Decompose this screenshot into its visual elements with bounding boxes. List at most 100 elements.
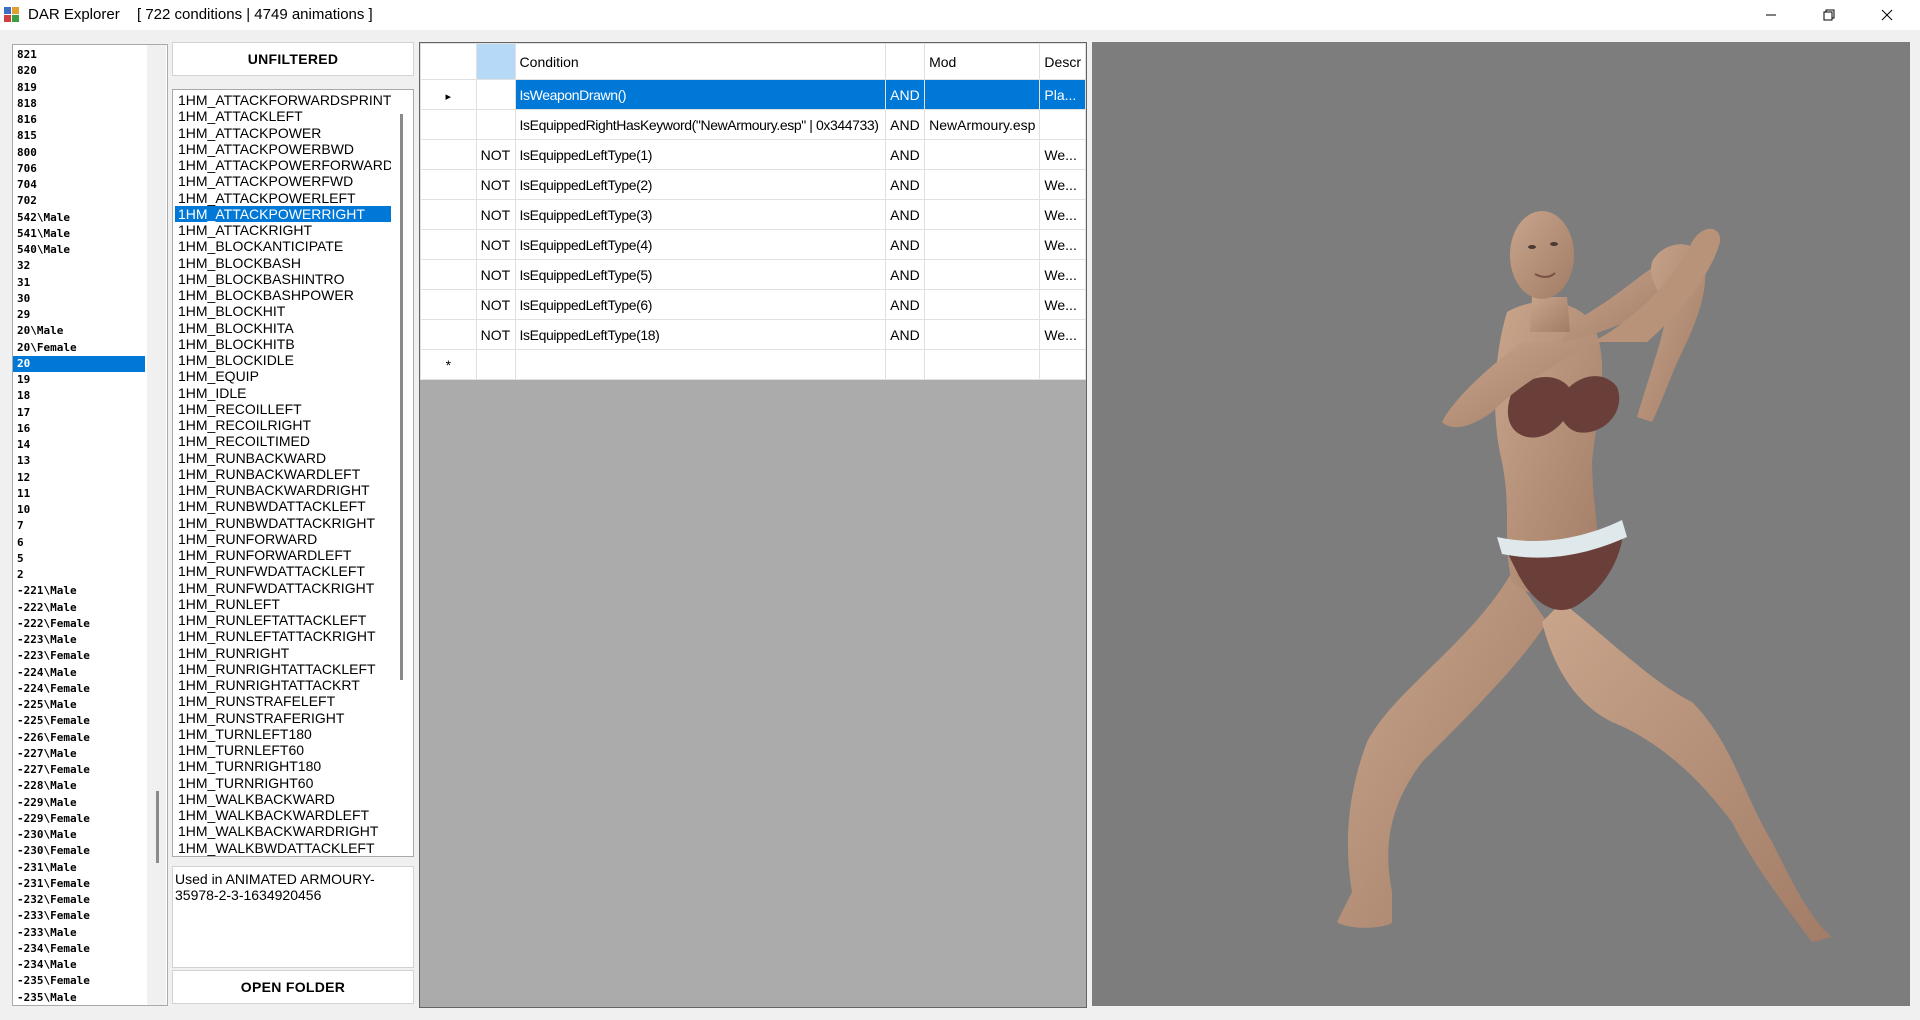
cell-condition[interactable]: IsEquippedRightHasKeyword("NewArmoury.es… [514,109,887,140]
id-list-item[interactable]: -235\Male [13,990,145,1006]
new-row-cell[interactable] [924,349,1041,380]
animation-list-item[interactable]: 1HM_BLOCKBASHPOWER [175,287,391,303]
id-list-item[interactable]: -228\Male [13,778,145,794]
animation-list-item[interactable]: 1HM_IDLE [175,385,391,401]
animation-list-item[interactable]: 1HM_ATTACKRIGHT [175,222,391,238]
cell-not[interactable]: NOT [475,169,516,200]
animation-list-item[interactable]: 1HM_RUNBACKWARDRIGHT [175,482,391,498]
id-list-item[interactable]: -225\Female [13,713,145,729]
row-header[interactable] [420,109,477,140]
row-header[interactable]: ▸ [420,79,477,110]
animation-list-item[interactable]: 1HM_ATTACKPOWERLEFT [175,190,391,206]
row-header[interactable] [420,169,477,200]
cell-not[interactable] [475,109,516,140]
id-list-item[interactable]: -231\Female [13,876,145,892]
row-header[interactable] [420,259,477,290]
grid-header-not[interactable] [475,43,516,80]
cell-condition[interactable]: IsEquippedLeftType(1) [514,139,887,170]
animation-list-item[interactable]: 1HM_RUNSTRAFELEFT [175,693,391,709]
id-list-item[interactable]: -230\Male [13,827,145,843]
row-header[interactable] [420,229,477,260]
condition-row[interactable]: ▸ IsWeaponDrawn() AND Pla... [420,79,1086,110]
new-row-cell[interactable] [1039,349,1086,380]
animation-list-item[interactable]: 1HM_BLOCKANTICIPATE [175,238,391,254]
cell-mod[interactable] [924,319,1041,350]
cell-op[interactable]: AND [885,229,926,260]
cell-description[interactable]: We... [1039,259,1086,290]
id-list-item[interactable]: -222\Male [13,600,145,616]
animation-list-item[interactable]: 1HM_ATTACKPOWERRIGHT [175,205,391,222]
id-list-item[interactable]: -222\Female [13,616,145,632]
id-list-item[interactable]: 7 [13,518,145,534]
cell-not[interactable]: NOT [475,139,516,170]
animation-list-item[interactable]: 1HM_BLOCKIDLE [175,352,391,368]
animation-list-item[interactable]: 1HM_BLOCKHITB [175,336,391,352]
id-list-item[interactable]: -231\Male [13,860,145,876]
animation-list-item[interactable]: 1HM_RUNSTRAFERIGHT [175,710,391,726]
cell-description[interactable]: Pla... [1039,79,1086,110]
id-list-item[interactable]: 20\Female [13,340,145,356]
row-header[interactable] [420,289,477,320]
id-list-item[interactable]: 30 [13,291,145,307]
id-list-item[interactable]: 14 [13,437,145,453]
cell-condition[interactable]: IsEquippedLeftType(5) [514,259,887,290]
cell-mod[interactable] [924,289,1041,320]
id-list-item[interactable]: 31 [13,275,145,291]
id-list-item[interactable]: 5 [13,551,145,567]
id-list-item[interactable]: 800 [13,145,145,161]
restore-button[interactable] [1800,0,1858,30]
animation-list-item[interactable]: 1HM_BLOCKBASHINTRO [175,271,391,287]
cell-description[interactable]: We... [1039,289,1086,320]
grid-header-condition[interactable]: Condition [514,43,887,80]
animation-list-item[interactable]: 1HM_ATTACKPOWERBWD [175,141,391,157]
id-list-item[interactable]: 704 [13,177,145,193]
id-list-item[interactable]: -225\Male [13,697,145,713]
cell-condition[interactable]: IsEquippedLeftType(4) [514,229,887,260]
animation-list-item[interactable]: 1HM_ATTACKFORWARDSPRINT [175,92,391,108]
condition-row[interactable]: NOT IsEquippedLeftType(4) AND We... [420,229,1086,260]
cell-mod[interactable] [924,259,1041,290]
id-list-item[interactable]: -227\Female [13,762,145,778]
grid-header-mod[interactable]: Mod [924,43,1041,80]
animation-list-item[interactable]: 1HM_RECOILTIMED [175,433,391,449]
animation-list-item[interactable]: 1HM_RUNLEFT [175,596,391,612]
cell-not[interactable]: NOT [475,199,516,230]
grid-header-op[interactable] [885,43,926,80]
animation-list-item[interactable]: 1HM_WALKBACKWARDLEFT [175,807,391,823]
unfiltered-button[interactable]: UNFILTERED [172,42,414,76]
animation-list-item[interactable]: 1HM_RECOILLEFT [175,401,391,417]
animation-list-item[interactable]: 1HM_WALKBACKWARDRIGHT [175,823,391,839]
animation-list-item[interactable]: 1HM_BLOCKBASH [175,255,391,271]
animation-list-item[interactable]: 1HM_ATTACKLEFT [175,108,391,124]
cell-not[interactable]: NOT [475,319,516,350]
cell-mod[interactable]: NewArmoury.esp [924,109,1041,140]
new-row[interactable]: * [420,349,1086,380]
animation-list-item[interactable]: 1HM_RUNFWDATTACKRIGHT [175,580,391,596]
animation-list-item[interactable]: 1HM_RUNLEFTATTACKLEFT [175,612,391,628]
id-list-item[interactable]: 11 [13,486,145,502]
row-header[interactable] [420,319,477,350]
animation-list-item[interactable]: 1HM_RUNFWDATTACKLEFT [175,563,391,579]
cell-op[interactable]: AND [885,199,926,230]
animation-list-item[interactable]: 1HM_RUNBWDATTACKLEFT [175,498,391,514]
id-list-item[interactable]: -232\Female [13,892,145,908]
id-list-item[interactable]: 706 [13,161,145,177]
id-list-item[interactable]: -235\Female [13,973,145,989]
cell-mod[interactable] [924,169,1041,200]
id-list-item[interactable]: 540\Male [13,242,145,258]
row-header[interactable] [420,199,477,230]
animation-list-item[interactable]: 1HM_RECOILRIGHT [175,417,391,433]
animation-list-item[interactable]: 1HM_TURNRIGHT60 [175,775,391,791]
cell-op[interactable]: AND [885,169,926,200]
cell-not[interactable]: NOT [475,259,516,290]
id-list-scroll-thumb[interactable] [156,791,159,863]
minimize-button[interactable] [1742,0,1800,30]
animation-list-scroll-thumb[interactable] [400,114,403,680]
id-list-item[interactable]: -229\Female [13,811,145,827]
animation-list-item[interactable]: 1HM_RUNRIGHT [175,645,391,661]
cell-op[interactable]: AND [885,109,926,140]
cell-description[interactable] [1039,109,1086,140]
animation-list-item[interactable]: 1HM_RUNRIGHTATTACKLEFT [175,661,391,677]
animation-list-item[interactable]: 1HM_RUNLEFTATTACKRIGHT [175,628,391,644]
cell-op[interactable]: AND [885,139,926,170]
